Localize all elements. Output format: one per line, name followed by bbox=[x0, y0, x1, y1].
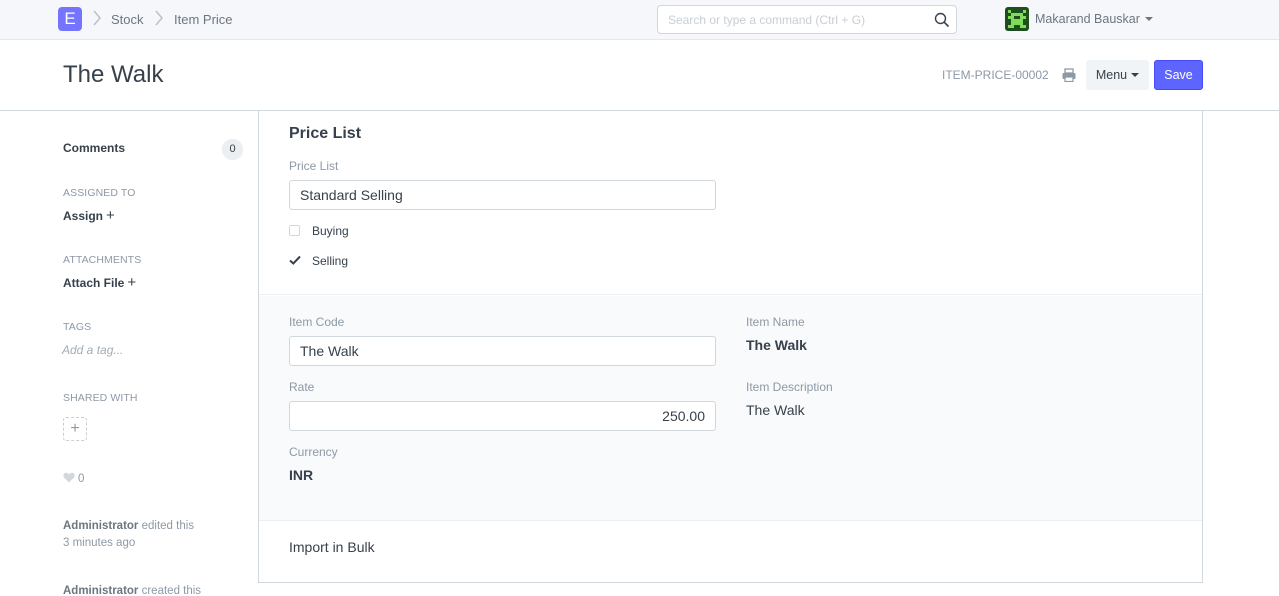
import-in-bulk-link[interactable]: Import in Bulk bbox=[289, 539, 375, 555]
item-price-form: Price List Price List Buying Selling Ite… bbox=[258, 111, 1203, 583]
timeline-user[interactable]: Administrator bbox=[63, 585, 138, 596]
search-box bbox=[657, 5, 957, 34]
currency-value: INR bbox=[289, 467, 314, 483]
assign-button[interactable]: Assign + bbox=[63, 207, 115, 224]
section-title: Price List bbox=[289, 125, 362, 142]
page-head: The Walk ITEM-PRICE-00002 Menu Save bbox=[0, 41, 1279, 111]
comments-link[interactable]: Comments bbox=[63, 141, 125, 155]
avatar[interactable] bbox=[1005, 7, 1029, 31]
shared-with-label: Shared With bbox=[63, 392, 138, 404]
rate-input[interactable] bbox=[289, 401, 716, 431]
plus-icon: + bbox=[127, 274, 137, 291]
assign-label: Assign bbox=[63, 209, 104, 223]
item-code-input[interactable] bbox=[289, 336, 716, 366]
breadcrumb-stock[interactable]: Stock bbox=[111, 12, 144, 27]
checkmark-icon bbox=[289, 255, 301, 265]
attach-file-label: Attach File bbox=[63, 276, 125, 290]
assigned-to-label: Assigned To bbox=[63, 187, 136, 199]
app-logo[interactable]: E bbox=[58, 7, 82, 31]
add-tag-input[interactable]: Add a tag... bbox=[62, 343, 123, 357]
import-section: Import in Bulk bbox=[259, 522, 1202, 582]
navbar: E Stock Item Price Makarand Bauskar 0 bbox=[0, 0, 1279, 40]
item-name-value: The Walk bbox=[746, 337, 807, 353]
price-list-label: Price List bbox=[289, 159, 339, 173]
comments-count-badge: 0 bbox=[222, 139, 243, 160]
item-description-value: The Walk bbox=[746, 402, 805, 418]
price-list-section: Price List Price List Buying Selling bbox=[259, 111, 1202, 295]
print-icon[interactable] bbox=[1062, 68, 1076, 82]
price-list-input[interactable] bbox=[289, 180, 716, 210]
user-name: Makarand Bauskar bbox=[1035, 12, 1140, 26]
like-button[interactable]: 0 bbox=[63, 472, 84, 485]
timeline-user[interactable]: Administrator bbox=[63, 520, 138, 532]
page-title: The Walk bbox=[63, 61, 164, 88]
attach-file-button[interactable]: Attach File + bbox=[63, 274, 136, 291]
search-icon[interactable] bbox=[934, 12, 950, 28]
timeline-item: Administrator edited this 3 minutes ago bbox=[63, 518, 194, 552]
selling-label: Selling bbox=[312, 254, 349, 268]
item-section: Item Code Rate Currency INR Item Name Th… bbox=[259, 296, 1202, 521]
item-code-label: Item Code bbox=[289, 315, 345, 329]
menu-label: Menu bbox=[1095, 68, 1128, 82]
tags-label: Tags bbox=[63, 321, 92, 333]
checkbox-unchecked bbox=[289, 225, 300, 236]
likes-count: 0 bbox=[78, 473, 85, 485]
currency-label: Currency bbox=[289, 445, 338, 459]
heart-icon bbox=[63, 472, 75, 483]
chevron-right-icon bbox=[93, 10, 101, 26]
timeline-item: Administrator created this bbox=[63, 583, 201, 596]
menu-button[interactable]: Menu bbox=[1086, 60, 1149, 90]
item-name-label: Item Name bbox=[746, 315, 805, 329]
add-share-button[interactable]: + bbox=[63, 417, 87, 441]
timeline-action: edited this bbox=[138, 520, 195, 532]
search-input[interactable] bbox=[658, 6, 928, 33]
timeline-action: created this bbox=[138, 585, 202, 596]
rate-label: Rate bbox=[289, 380, 315, 394]
document-id: ITEM-PRICE-00002 bbox=[942, 68, 1049, 82]
timeline-time: 3 minutes ago bbox=[63, 537, 136, 549]
user-menu[interactable]: Makarand Bauskar bbox=[1035, 12, 1153, 26]
caret-down-icon bbox=[1131, 72, 1140, 77]
plus-icon: + bbox=[106, 207, 115, 224]
attachments-label: Attachments bbox=[63, 254, 142, 266]
breadcrumb-item-price[interactable]: Item Price bbox=[174, 12, 233, 27]
item-description-label: Item Description bbox=[746, 380, 833, 394]
save-button[interactable]: Save bbox=[1154, 60, 1203, 90]
buying-label: Buying bbox=[312, 224, 349, 238]
caret-down-icon bbox=[1144, 16, 1153, 21]
notification-count[interactable]: 0 bbox=[1187, 13, 1193, 25]
chevron-right-icon bbox=[155, 10, 163, 26]
plus-icon: + bbox=[70, 420, 80, 437]
